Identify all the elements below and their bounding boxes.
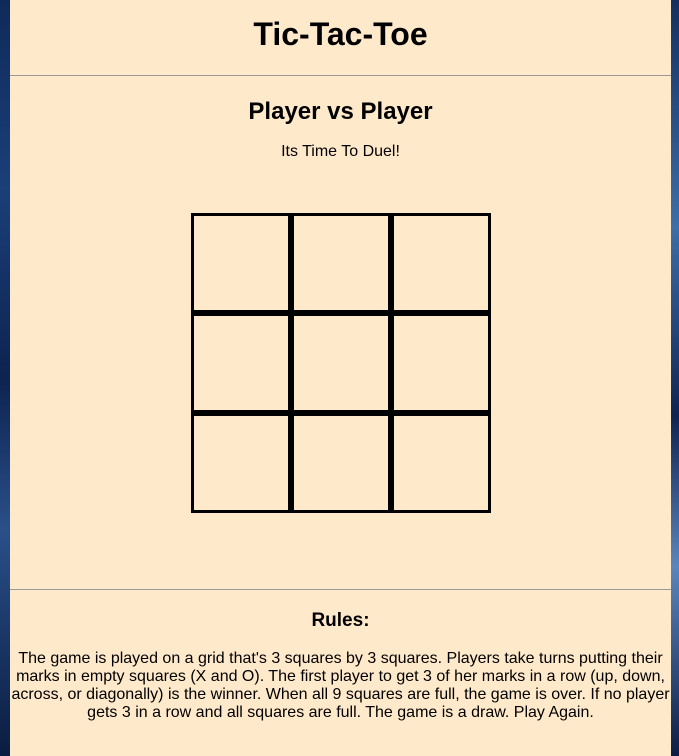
- board-cell-9[interactable]: [391, 413, 491, 513]
- board-cell-6[interactable]: [391, 313, 491, 413]
- page-title: Tic-Tac-Toe: [253, 16, 428, 52]
- board-cell-4[interactable]: [191, 313, 291, 413]
- rules-text: The game is played on a grid that's 3 sq…: [11, 650, 670, 721]
- rules-heading: Rules:: [311, 610, 370, 631]
- page-container: Tic-Tac-Toe Player vs Player Its Time To…: [10, 0, 671, 756]
- board-cell-2[interactable]: [291, 213, 391, 313]
- board-cell-8[interactable]: [291, 413, 391, 513]
- background-left-edge: [0, 0, 10, 756]
- game-board: [191, 213, 491, 513]
- board-cell-5[interactable]: [291, 313, 391, 413]
- background-right-edge: [671, 0, 679, 756]
- board-cell-3[interactable]: [391, 213, 491, 313]
- game-section: Player vs Player Its Time To Duel!: [10, 76, 671, 590]
- game-tagline: Its Time To Duel!: [281, 143, 400, 160]
- rules-section: Rules: The game is played on a grid that…: [10, 590, 671, 722]
- game-mode-heading: Player vs Player: [248, 98, 433, 125]
- header: Tic-Tac-Toe: [10, 0, 671, 76]
- board-cell-1[interactable]: [191, 213, 291, 313]
- board-cell-7[interactable]: [191, 413, 291, 513]
